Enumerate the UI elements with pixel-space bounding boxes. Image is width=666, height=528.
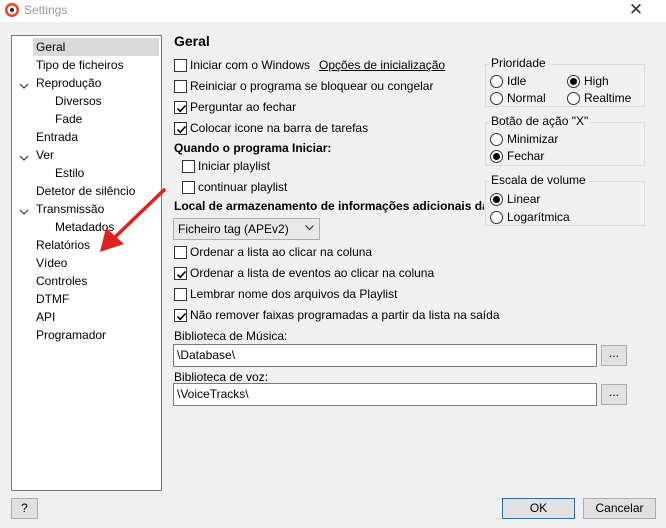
tree-item-diversos[interactable]: Diversos (55, 92, 102, 110)
storage-select[interactable]: Ficheiro tag (APEv2) (173, 218, 320, 240)
tree-item-estilo[interactable]: Estilo (55, 164, 84, 182)
tree-item-programador[interactable]: Programador (36, 326, 106, 344)
chevron-down-icon[interactable] (19, 81, 29, 91)
settings-tree: Geral Tipo de ficheiros Reprodução Diver… (11, 35, 166, 491)
tree-item-tipo-de-ficheiros[interactable]: Tipo de ficheiros (36, 56, 124, 74)
check-icon (176, 270, 187, 279)
checkbox-box[interactable] (174, 267, 187, 280)
checkbox-box[interactable] (174, 80, 187, 93)
tree-item-reproducao[interactable]: Reprodução (36, 74, 101, 92)
checkbox-box[interactable] (174, 309, 187, 322)
priority-realtime-radio[interactable]: Realtime (567, 89, 631, 107)
ok-button[interactable]: OK (502, 498, 575, 519)
chevron-down-icon (305, 225, 314, 231)
tree-item-geral[interactable]: Geral (33, 38, 159, 56)
voice-library-label: Biblioteca de voz: (174, 370, 269, 384)
check-icon (176, 312, 187, 321)
volume-logarithmic-radio[interactable]: Logarítmica (490, 208, 570, 226)
checkbox-box[interactable] (182, 160, 195, 173)
tree-item-ver[interactable]: Ver (36, 146, 54, 164)
x-button-action-group: Botão de ação "X" Minimizar Fechar (485, 114, 645, 166)
checkbox-box[interactable] (174, 288, 187, 301)
checkbox-box[interactable] (174, 101, 187, 114)
tree-item-video[interactable]: Vídeo (36, 254, 67, 272)
on-start-label: Quando o programa Iniciar: (174, 141, 332, 155)
ask-on-close-checkbox[interactable]: Perguntar ao fechar (174, 98, 296, 116)
start-with-windows-checkbox[interactable]: Iniciar com o Windows (174, 56, 310, 74)
window-title: Settings (24, 3, 68, 17)
tree-item-api[interactable]: API (36, 308, 55, 326)
tree-item-dtmf[interactable]: DTMF (36, 290, 69, 308)
radio-circle[interactable] (567, 75, 580, 88)
remember-names-checkbox[interactable]: Lembrar nome dos arquivos da Playlist (174, 285, 397, 303)
chevron-down-icon[interactable] (19, 153, 29, 163)
checkbox-box[interactable] (174, 122, 187, 135)
x-button-group-title: Botão de ação "X" (489, 114, 591, 128)
close-icon[interactable]: ✕ (626, 1, 646, 19)
x-close-radio[interactable]: Fechar (490, 147, 544, 165)
volume-scale-group: Escala de volume Linear Logarítmica (485, 173, 645, 226)
radio-circle[interactable] (490, 211, 503, 224)
check-icon (176, 125, 187, 134)
radio-circle[interactable] (490, 193, 503, 206)
checkbox-box[interactable] (174, 59, 187, 72)
radio-circle[interactable] (567, 92, 580, 105)
checkbox-box[interactable] (182, 181, 195, 194)
startup-options-link[interactable]: Opções de inicialização (319, 58, 445, 72)
radio-selected-dot (493, 196, 500, 203)
priority-high-radio[interactable]: High (567, 72, 609, 90)
music-library-browse-button[interactable]: ... (601, 345, 627, 366)
keep-scheduled-checkbox[interactable]: Não remover faixas programadas a partir … (174, 306, 500, 324)
priority-idle-radio[interactable]: Idle (490, 72, 526, 90)
volume-linear-radio[interactable]: Linear (490, 190, 540, 208)
check-icon (176, 104, 187, 113)
volume-scale-group-title: Escala de volume (489, 173, 588, 187)
radio-circle[interactable] (490, 75, 503, 88)
priority-normal-radio[interactable]: Normal (490, 89, 546, 107)
title-bar: Settings ✕ (0, 0, 666, 22)
annotation-arrow-icon (100, 188, 166, 252)
tree-item-entrada[interactable]: Entrada (36, 128, 78, 146)
tray-icon-checkbox[interactable]: Colocar icone na barra de tarefas (174, 119, 368, 137)
sort-list-checkbox[interactable]: Ordenar a lista ao clicar na coluna (174, 243, 372, 261)
music-library-label: Biblioteca de Música: (174, 329, 288, 343)
x-minimize-radio[interactable]: Minimizar (490, 130, 558, 148)
priority-group: Prioridade Idle High Normal Realtime (485, 56, 645, 107)
chevron-down-icon[interactable] (19, 207, 29, 217)
music-library-input[interactable]: \Database\ (173, 344, 597, 367)
help-button[interactable]: ? (11, 498, 38, 519)
storage-location-label: Local de armazenamento de informações ad… (174, 199, 484, 213)
voice-library-input[interactable]: \VoiceTracks\ (173, 383, 597, 406)
radio-circle[interactable] (490, 133, 503, 146)
tree-item-fade[interactable]: Fade (55, 110, 82, 128)
restart-on-hang-checkbox[interactable]: Reiniciar o programa se bloquear ou cong… (174, 77, 433, 95)
app-logo-icon (5, 3, 19, 17)
priority-group-title: Prioridade (489, 56, 548, 70)
continue-playlist-checkbox[interactable]: continuar playlist (182, 178, 287, 196)
page-title: Geral (174, 33, 210, 49)
cancel-button[interactable]: Cancelar (583, 498, 656, 519)
start-playlist-checkbox[interactable]: Iniciar playlist (182, 157, 270, 175)
tree-item-relatorios[interactable]: Relatórios (36, 236, 90, 254)
tree-item-controles[interactable]: Controles (36, 272, 87, 290)
voice-library-browse-button[interactable]: ... (601, 384, 627, 405)
checkbox-box[interactable] (174, 246, 187, 259)
radio-circle[interactable] (490, 92, 503, 105)
sort-events-checkbox[interactable]: Ordenar a lista de eventos ao clicar na … (174, 264, 434, 282)
radio-circle[interactable] (490, 150, 503, 163)
radio-selected-dot (493, 153, 500, 160)
radio-selected-dot (570, 78, 577, 85)
